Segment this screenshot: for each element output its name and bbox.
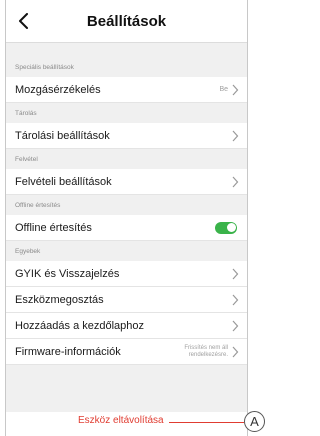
row-value: Be (219, 86, 228, 93)
offline-notification-toggle[interactable] (215, 221, 237, 234)
chevron-right-icon (232, 84, 239, 95)
row-motion-detection[interactable]: Mozgásérzékelés Be (6, 77, 247, 103)
header: Beállítások (6, 0, 247, 43)
chevron-right-icon (232, 130, 239, 141)
row-label: Offline értesítés (15, 221, 92, 234)
row-firmware-info[interactable]: Firmware-információk Frissítés nem áll r… (6, 339, 247, 365)
section-header-storage: Tárolás (6, 103, 247, 123)
chevron-right-icon (232, 320, 239, 331)
row-storage-settings[interactable]: Tárolási beállítások (6, 123, 247, 149)
row-label: GYIK és Visszajelzés (15, 267, 120, 280)
chevron-right-icon (232, 346, 239, 357)
row-label: Hozzáadás a kezdőlaphoz (15, 319, 145, 332)
toggle-knob (226, 223, 236, 232)
section-header-offline: Offline értesítés (6, 195, 247, 215)
firmware-status-line1: Frissítés nem áll (184, 344, 228, 351)
firmware-status: Frissítés nem áll rendelkezésre. (184, 345, 228, 359)
callout-line (169, 422, 244, 423)
remove-device-button[interactable]: Eszköz eltávolítása (78, 415, 164, 426)
row-label: Tárolási beállítások (15, 129, 110, 142)
page-title: Beállítások (86, 12, 167, 30)
back-button[interactable] (12, 9, 36, 33)
row-device-sharing[interactable]: Eszközmegosztás (6, 287, 247, 313)
row-add-to-home[interactable]: Hozzáadás a kezdőlaphoz (6, 313, 247, 339)
section-header-other: Egyebek (6, 241, 247, 261)
row-label: Felvételi beállítások (15, 175, 112, 188)
chevron-right-icon (232, 268, 239, 279)
row-label: Firmware-információk (15, 345, 121, 358)
firmware-status-line2: rendelkezésre. (188, 351, 228, 358)
chevron-right-icon (232, 176, 239, 187)
row-offline-notification: Offline értesítés (6, 215, 247, 241)
row-recording-settings[interactable]: Felvételi beállítások (6, 169, 247, 195)
row-label: Mozgásérzékelés (15, 83, 101, 96)
chevron-right-icon (232, 294, 239, 305)
row-faq-feedback[interactable]: GYIK és Visszajelzés (6, 261, 247, 287)
section-header-special: Speciális beállítások (6, 57, 247, 77)
row-label: Eszközmegosztás (15, 293, 104, 306)
settings-screen: Beállítások Speciális beállítások Mozgás… (5, 0, 248, 436)
callout-marker: A (244, 411, 265, 432)
chevron-left-icon (19, 13, 28, 29)
section-header-recording: Felvétel (6, 149, 247, 169)
